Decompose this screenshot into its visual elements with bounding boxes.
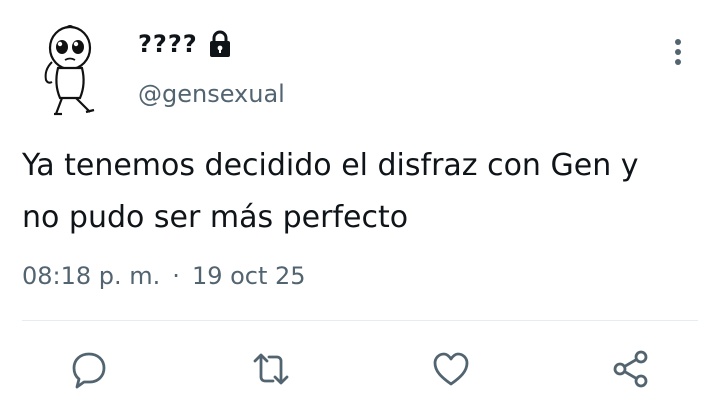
more-options-button[interactable] [664,32,692,72]
lock-icon [209,30,230,57]
like-button[interactable] [428,346,474,392]
retweet-button[interactable] [248,346,294,392]
tweet-timestamp: 08:18 p. m. · 19 oct 25 [22,262,306,290]
tweet-text: Ya tenemos decidido el disfraz con Gen y… [22,148,639,235]
display-name[interactable]: ???? [138,30,198,58]
reply-button[interactable] [66,346,112,392]
share-icon [613,350,648,388]
author-name-row: ???? [138,28,234,60]
tweet-date[interactable]: 19 oct 25 [192,262,306,290]
user-handle[interactable]: @gensexual [138,80,285,108]
avatar[interactable] [36,22,108,118]
separator-dot: · [172,262,180,290]
action-bar [0,346,720,392]
retweet-icon [253,353,289,385]
share-button[interactable] [608,346,654,392]
avatar-image [44,25,95,116]
heart-icon [433,352,469,386]
vertical-ellipsis-icon [675,39,681,65]
tweet-time[interactable]: 08:18 p. m. [22,262,160,290]
reply-icon [72,352,106,389]
divider [22,320,698,321]
